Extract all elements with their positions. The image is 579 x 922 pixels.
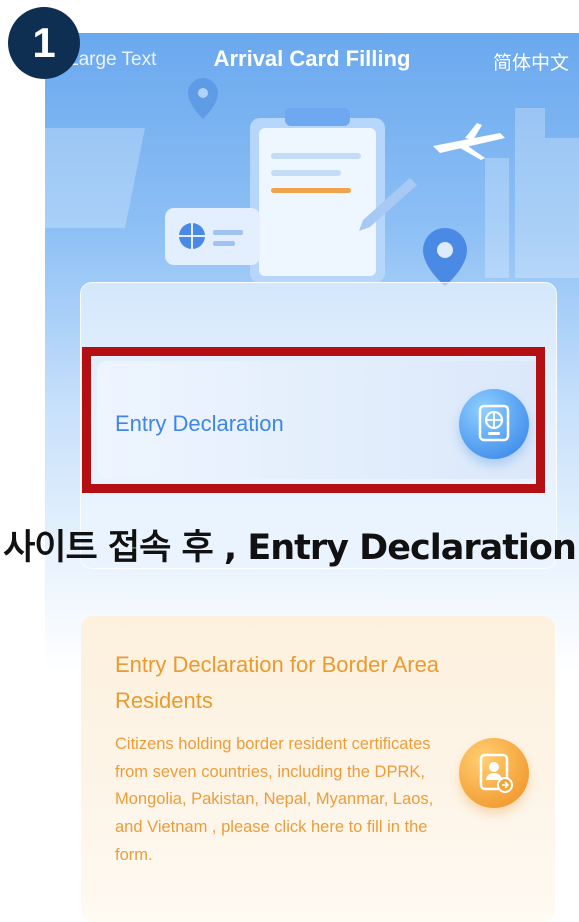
airplane-icon [433,123,505,160]
map-pin-icon [188,78,218,119]
border-residents-title[interactable]: Entry Declaration for Border Area Reside… [115,647,445,719]
language-switch[interactable]: 简体中文 [493,48,569,75]
id-card-icon [165,208,260,265]
border-residents-description: Citizens holding border resident certifi… [115,735,434,864]
instruction-caption: 사이트 접속 후 , Entry Declaration [3,528,577,568]
step-number-badge: 1 [8,7,80,79]
resident-certificate-icon [459,738,529,808]
clipboard-icon [250,108,417,283]
location-pin-icon [423,228,467,286]
highlight-frame [82,347,545,493]
hero-illustration [45,78,579,286]
